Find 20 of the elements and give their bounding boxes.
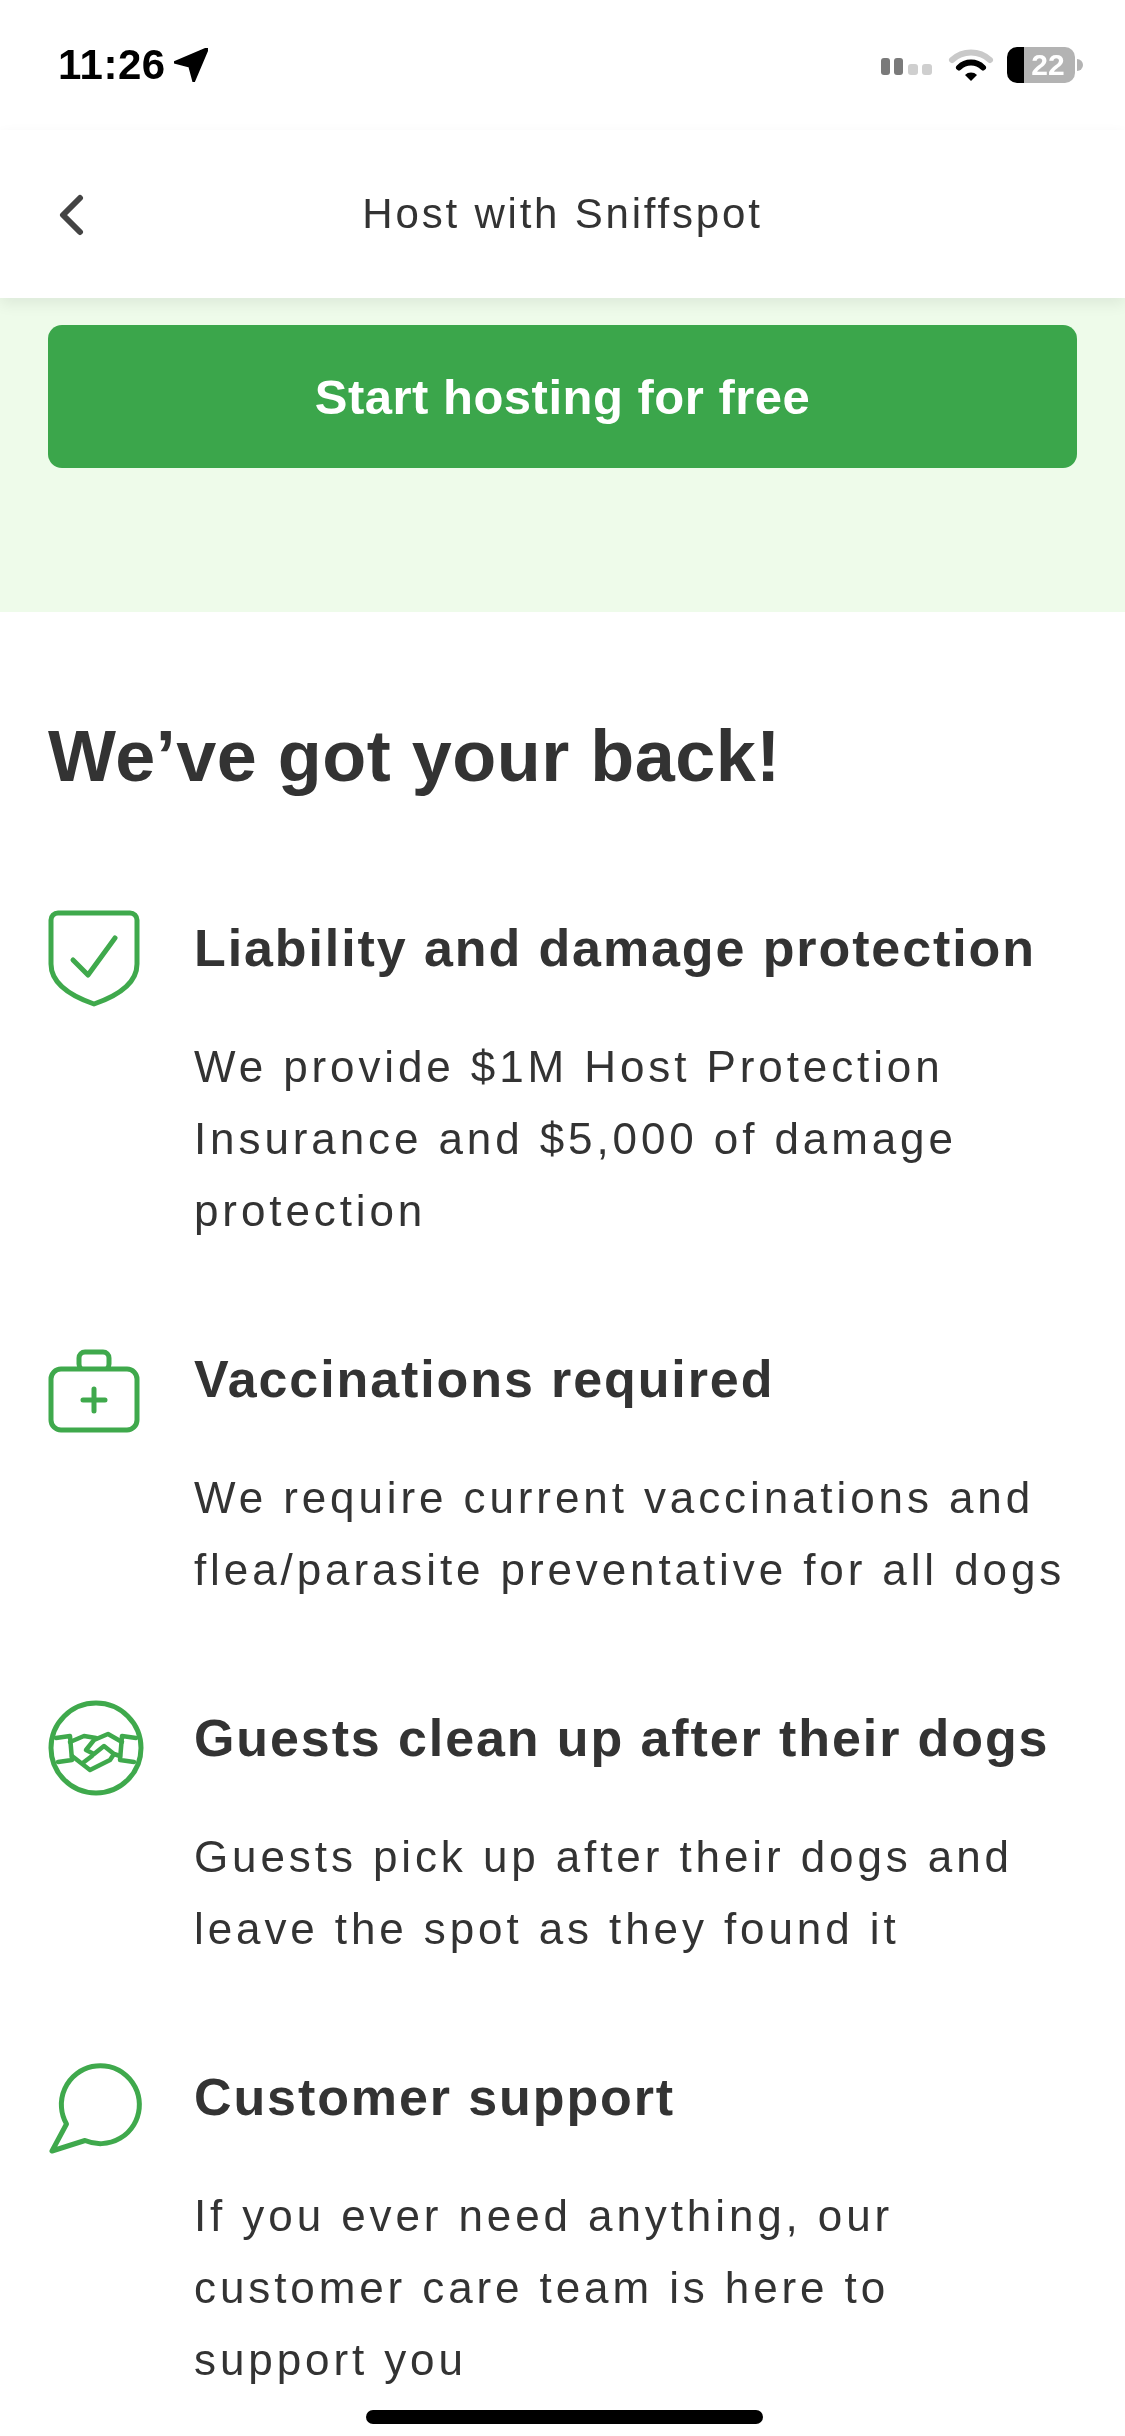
battery-indicator: 22 (1007, 47, 1083, 83)
feature-title: Guests clean up after their dogs (194, 1708, 1051, 1768)
handshake-icon (48, 1700, 144, 1796)
feature-description: We require current vaccinations and flea/parasite preventative for all dogs (194, 1472, 1067, 1596)
feature-description: Guests pick up after their dogs and leave the spot as they found it (194, 1831, 1014, 1955)
start-hosting-button[interactable]: Start hosting for free (48, 325, 1077, 468)
feature-description: We provide $1M Host Protection Insurance and $5,000 of damage protection (194, 1041, 958, 1237)
shield-check-icon (48, 910, 140, 1007)
signal-icon (881, 55, 933, 75)
page-title: Host with Sniffspot (362, 190, 763, 238)
medical-kit-icon (48, 1349, 140, 1433)
status-time: 11:26 (58, 41, 166, 89)
back-icon (58, 194, 84, 236)
section-heading: We’ve got your back! (48, 716, 782, 796)
feature-title: Customer support (194, 2067, 677, 2127)
feature-description: If you ever need anything, our customer care team is here to support you (194, 2190, 895, 2386)
wifi-icon (948, 48, 994, 82)
location-arrow-icon (173, 48, 208, 82)
feature-title: Liability and damage protection (194, 918, 1037, 978)
feature-title: Vaccinations required (194, 1349, 776, 1409)
